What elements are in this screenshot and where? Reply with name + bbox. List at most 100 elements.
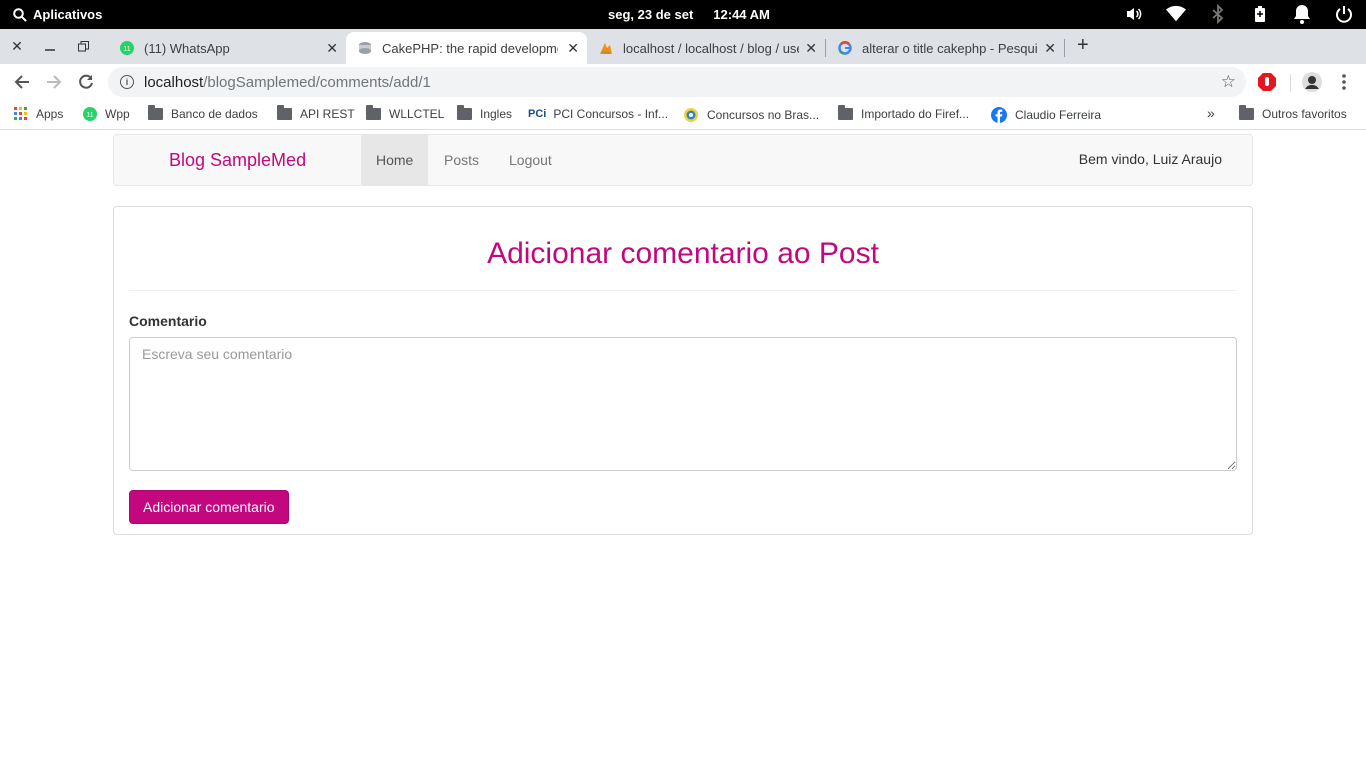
folder-icon: [148, 105, 163, 120]
adblock-extension-icon[interactable]: [1257, 72, 1277, 92]
folder-icon: [277, 105, 292, 120]
browser-toolbar: i localhost/blogSamplemed/comments/add/1…: [0, 64, 1366, 100]
facebook-icon: [991, 107, 1007, 123]
add-comment-panel: Adicionar comentario ao Post Comentario …: [113, 206, 1253, 535]
whatsapp-icon: 11: [120, 41, 134, 55]
address-bar[interactable]: i localhost/blogSamplemed/comments/add/1…: [108, 67, 1246, 97]
search-icon: [13, 7, 27, 22]
os-apps-menu[interactable]: Aplicativos: [13, 7, 102, 22]
bookmark-label: Claudio Ferreira: [1015, 108, 1102, 122]
bookmark-label: PCI Concursos - Inf...: [553, 107, 669, 121]
bookmark-label: Concursos no Bras...: [707, 108, 820, 122]
browser-tab-strip: ✕ 11 (11) WhatsApp ✕ CakePHP: the rapid …: [0, 29, 1366, 64]
os-top-bar: Aplicativos seg, 23 de set 12:44 AM: [0, 0, 1366, 29]
power-icon[interactable]: [1334, 4, 1354, 24]
battery-icon[interactable]: [1250, 4, 1270, 24]
os-apps-label: Aplicativos: [33, 7, 103, 22]
tab-separator: [1064, 39, 1065, 57]
site-info-icon[interactable]: i: [120, 75, 134, 89]
bookmark-apps[interactable]: Apps: [14, 107, 63, 121]
tab-title: (11) WhatsApp: [144, 40, 230, 56]
bookmark-outros-favoritos[interactable]: Outros favoritos: [1239, 105, 1347, 121]
pci-icon: PCi: [528, 108, 547, 120]
notifications-bell-icon[interactable]: [1292, 4, 1312, 24]
whatsapp-icon: 11: [83, 107, 97, 121]
bookmark-api-rest[interactable]: API REST: [277, 105, 355, 121]
tab-close-icon[interactable]: ✕: [326, 40, 338, 57]
bookmark-label: Outros favoritos: [1262, 107, 1347, 121]
folder-icon: [838, 105, 853, 120]
bookmarks-overflow-chevron[interactable]: »: [1207, 105, 1215, 121]
svg-text:11: 11: [86, 112, 93, 119]
cakephp-icon: [359, 42, 371, 54]
bookmarks-bar: Apps 11 Wpp Banco de dados API REST WLLC…: [0, 100, 1366, 130]
nav-link-home[interactable]: Home: [361, 135, 429, 185]
tab-close-icon[interactable]: ✕: [567, 40, 579, 57]
tab-cakephp[interactable]: CakePHP: the rapid development php frame…: [346, 32, 587, 64]
tab-title: alterar o title cakephp - Pesquisa Googl…: [862, 40, 1038, 56]
toolbar-separator: [1290, 74, 1291, 92]
tab-close-icon[interactable]: ✕: [1044, 40, 1056, 57]
phpmyadmin-icon: PMA: [600, 43, 612, 55]
bookmark-importado-firefox[interactable]: Importado do Firef...: [838, 105, 970, 121]
svg-text:11: 11: [123, 46, 130, 53]
bookmark-label: API REST: [300, 107, 355, 121]
bookmark-label: Ingles: [480, 107, 513, 121]
os-date: seg, 23 de set: [608, 7, 694, 22]
folder-icon: [1239, 105, 1254, 120]
tab-google-search[interactable]: alterar o title cakephp - Pesquisa Googl…: [826, 32, 1064, 64]
bookmark-concursos-no-brasil[interactable]: Concursos no Bras...: [683, 107, 819, 123]
bookmark-label: Wpp: [105, 107, 130, 121]
folder-icon: [366, 105, 381, 120]
site-navbar: Blog SampleMed Home Posts Logout Bem vin…: [113, 134, 1253, 186]
welcome-message: Bem vindo, Luiz Araujo: [1078, 151, 1222, 167]
wifi-icon[interactable]: [1166, 4, 1186, 24]
svg-text:PMA: PMA: [602, 50, 611, 55]
bookmark-ingles[interactable]: Ingles: [457, 105, 513, 121]
bookmark-banco-de-dados[interactable]: Banco de dados: [148, 105, 258, 121]
back-arrow-icon[interactable]: [12, 72, 32, 92]
bluetooth-icon[interactable]: [1208, 4, 1228, 24]
page-title: Adicionar comentario ao Post: [487, 237, 879, 270]
apps-grid-icon: [14, 107, 28, 121]
nav-link-posts[interactable]: Posts: [429, 135, 494, 185]
add-comment-button[interactable]: Adicionar comentario: [129, 490, 289, 524]
new-tab-plus-icon[interactable]: +: [1077, 34, 1089, 57]
concursos-icon: [683, 107, 699, 123]
comment-textarea[interactable]: [129, 337, 1237, 471]
volume-icon[interactable]: [1124, 4, 1144, 24]
forward-arrow-icon[interactable]: [44, 72, 64, 92]
tab-close-icon[interactable]: ✕: [805, 40, 817, 57]
tab-title: CakePHP: the rapid development php frame…: [382, 40, 558, 56]
menu-kebab-icon[interactable]: [1334, 72, 1354, 92]
reload-icon[interactable]: [76, 72, 96, 92]
bookmark-label: WLLCTEL: [389, 107, 445, 121]
profile-avatar-icon[interactable]: [1302, 72, 1322, 92]
os-time: 12:44 AM: [713, 7, 770, 22]
bookmark-label: Banco de dados: [171, 107, 258, 121]
window-restore-icon[interactable]: [75, 38, 91, 54]
url-text[interactable]: localhost/blogSamplemed/comments/add/1: [144, 74, 431, 91]
url-path: /blogSamplemed/comments/add/1: [203, 73, 431, 91]
google-icon: [838, 41, 852, 55]
bookmark-claudio-ferreira[interactable]: Claudio Ferreira: [991, 107, 1101, 123]
url-host: localhost: [144, 73, 204, 91]
nav-link-logout[interactable]: Logout: [494, 135, 567, 185]
tab-title: localhost / localhost / blog / users: [623, 40, 799, 56]
window-close-icon[interactable]: ✕: [9, 38, 25, 54]
bookmark-wpp[interactable]: 11 Wpp: [83, 107, 130, 121]
bookmark-star-icon[interactable]: ☆: [1221, 72, 1236, 92]
comment-field-label: Comentario: [129, 313, 207, 329]
tab-phpmyadmin[interactable]: PMA localhost / localhost / blog / users…: [587, 32, 825, 64]
os-clock[interactable]: seg, 23 de set 12:44 AM: [608, 7, 770, 22]
bookmark-pci-concursos[interactable]: PCi PCI Concursos - Inf...: [528, 107, 668, 121]
os-tray: [1124, 4, 1354, 24]
folder-icon: [457, 105, 472, 120]
bookmark-label: Importado do Firef...: [861, 107, 970, 121]
bookmark-label: Apps: [36, 107, 64, 121]
bookmark-wllctel[interactable]: WLLCTEL: [366, 105, 445, 121]
title-divider: [129, 290, 1237, 291]
window-minimize-icon[interactable]: [42, 38, 58, 54]
tab-whatsapp[interactable]: 11 (11) WhatsApp ✕: [108, 32, 346, 64]
site-brand-link[interactable]: Blog SampleMed: [169, 150, 306, 171]
